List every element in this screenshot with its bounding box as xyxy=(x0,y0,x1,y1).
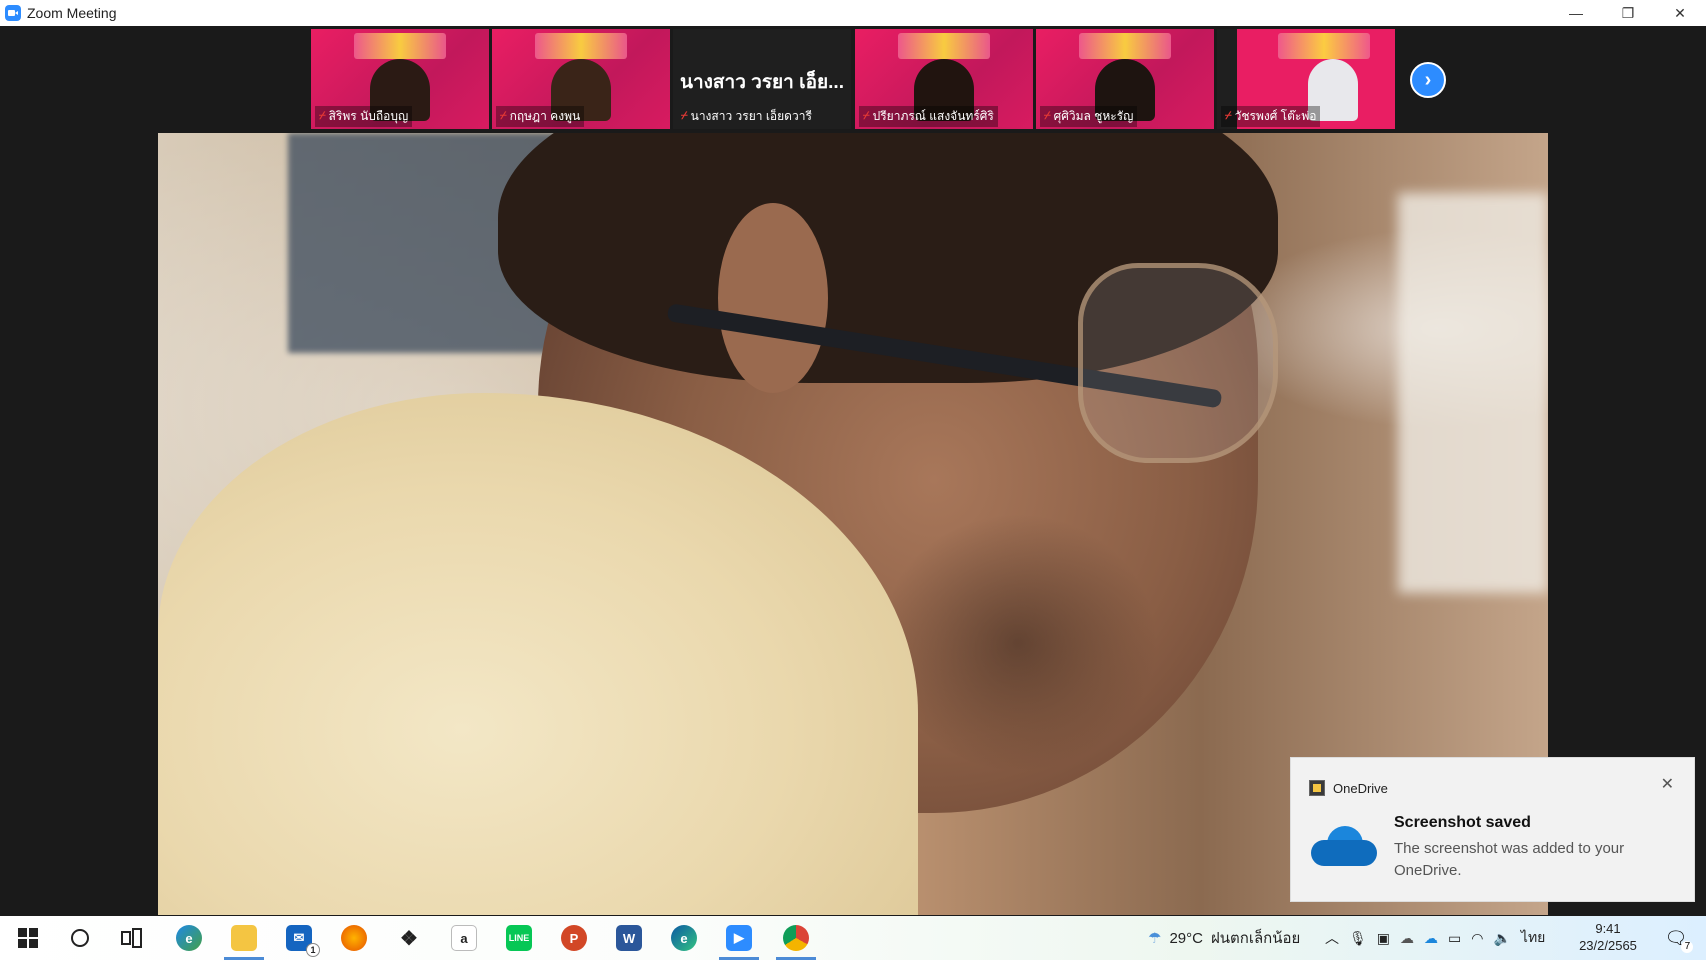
rain-icon: ☂ xyxy=(1148,930,1162,947)
participant-tile[interactable]: ⌿ ปรียาภรณ์ แสงจันทร์ศิริ xyxy=(855,29,1033,129)
notification-count: 7 xyxy=(1681,940,1694,953)
event-banner xyxy=(535,33,627,59)
taskbar-word[interactable]: W xyxy=(605,916,653,960)
notification-icon: 🗨 7 xyxy=(1665,928,1694,953)
participant-tile[interactable]: ⌿ ศุศิวิมล ชูหะรัญ xyxy=(1036,29,1214,129)
amazon-icon: a xyxy=(451,925,477,951)
onedrive-tray-icon[interactable]: ☁ xyxy=(1400,930,1414,947)
toast-app-name: OneDrive xyxy=(1333,780,1388,796)
participant-tile[interactable]: ⌿ สิริพร นับถือบุญ xyxy=(311,29,489,129)
taskbar-edge[interactable]: e xyxy=(165,916,213,960)
taskbar-edge-2[interactable]: e xyxy=(660,916,708,960)
restore-button[interactable]: ❐ xyxy=(1602,0,1654,26)
onedrive-app-icon xyxy=(1309,780,1325,796)
taskbar-zoom[interactable]: ▶ xyxy=(715,916,763,960)
volume-icon[interactable]: 🔈 xyxy=(1493,930,1510,947)
participant-name-label: ⌿ นางสาว วรยา เอ็ยดวารี xyxy=(681,109,812,123)
window-controls: — ❐ ✕ xyxy=(1550,0,1706,26)
participant-gallery-strip: ⌿ สิริพร นับถือบุญ ⌿ กฤษฎา คงพูน นางสาว … xyxy=(0,26,1706,132)
clock-time: 9:41 xyxy=(1595,921,1621,936)
zoom-app-icon xyxy=(5,5,21,21)
edge-icon: e xyxy=(176,925,202,951)
language-indicator[interactable]: ไทย xyxy=(1521,927,1545,949)
minimize-button[interactable]: — xyxy=(1550,0,1602,26)
weather-text: ฝนตกเล็กน้อย xyxy=(1210,930,1301,947)
windows-icon xyxy=(18,928,38,948)
event-banner xyxy=(898,33,990,59)
taskbar-line[interactable]: LINE xyxy=(495,916,543,960)
taskbar: e ✉ 1 ❖ a LINE P W e ▶ ☂ 29°C ฝนตกเล็กน้… xyxy=(0,916,1706,960)
onedrive-notification[interactable]: OneDrive ✕ Screenshot saved The screensh… xyxy=(1290,757,1695,902)
taskbar-file-explorer[interactable] xyxy=(220,916,268,960)
battery-icon[interactable]: ▭ xyxy=(1448,930,1461,947)
mic-muted-icon: ⌿ xyxy=(500,110,507,122)
show-hidden-icons-button[interactable]: ︿ xyxy=(1325,928,1339,948)
start-button[interactable] xyxy=(4,916,52,960)
mail-icon: ✉ 1 xyxy=(286,925,320,957)
participant-tile[interactable]: ⌿ กฤษฎา คงพูน xyxy=(492,29,670,129)
task-view-button[interactable] xyxy=(108,916,156,960)
taskbar-chrome[interactable] xyxy=(772,916,820,960)
toast-header: OneDrive xyxy=(1309,780,1388,796)
clock[interactable]: 9:41 23/2/2565 xyxy=(1572,920,1644,954)
taskbar-dropbox[interactable]: ❖ xyxy=(385,916,433,960)
weather-temp: 29°C xyxy=(1169,929,1203,947)
participant-name-label: ⌿ ศุศิวิมล ชูหะรัญ xyxy=(1040,106,1138,127)
mic-muted-icon: ⌿ xyxy=(863,110,870,122)
window-title: Zoom Meeting xyxy=(27,5,117,21)
taskbar-amazon[interactable]: a xyxy=(440,916,488,960)
title-bar: Zoom Meeting — ❐ ✕ xyxy=(0,0,1706,26)
onedrive-business-tray-icon[interactable]: ☁ xyxy=(1424,930,1438,947)
firefox-icon xyxy=(341,925,367,951)
task-view-icon xyxy=(121,928,142,948)
speaker-ear xyxy=(718,203,828,393)
taskbar-firefox[interactable] xyxy=(330,916,378,960)
edge-icon: e xyxy=(671,925,697,951)
line-icon: LINE xyxy=(506,925,532,951)
toast-close-button[interactable]: ✕ xyxy=(1661,774,1674,794)
onedrive-cloud-icon xyxy=(1311,826,1377,866)
participant-tile[interactable]: นางสาว วรยา เอ็ย... ⌿ นางสาว วรยา เอ็ยดว… xyxy=(673,29,851,129)
participant-name-label: ⌿ กฤษฎา คงพูน xyxy=(496,106,585,127)
powerpoint-icon: P xyxy=(561,925,587,951)
dropbox-icon: ❖ xyxy=(400,927,418,950)
mail-badge: 1 xyxy=(306,943,320,957)
chrome-icon xyxy=(783,925,809,951)
participant-name-label: ⌿ สิริพร นับถือบุญ xyxy=(315,106,413,127)
glasses-lens xyxy=(1078,263,1278,463)
search-circle-icon xyxy=(71,929,89,947)
microphone-icon[interactable]: 🎙 xyxy=(1349,930,1367,947)
wifi-icon[interactable]: ◠ xyxy=(1471,930,1483,947)
mic-muted-icon: ⌿ xyxy=(1044,110,1051,122)
mic-muted-icon: ⌿ xyxy=(319,110,326,122)
system-tray: ︿ 🎙 ▣ ☁ ☁ ▭ ◠ 🔈 ไทย xyxy=(1325,916,1545,960)
participant-name-label: ⌿ ปรียาภรณ์ แสงจันทร์ศิริ xyxy=(859,106,998,127)
mic-muted-icon: ⌿ xyxy=(1225,110,1232,122)
zoom-icon: ▶ xyxy=(726,925,752,951)
clock-date: 23/2/2565 xyxy=(1579,938,1637,953)
participant-display-name: นางสาว วรยา เอ็ย... xyxy=(680,72,844,93)
taskbar-mail[interactable]: ✉ 1 xyxy=(275,916,323,960)
notification-center-button[interactable]: 🗨 7 xyxy=(1652,916,1700,960)
weather-widget[interactable]: ☂ 29°C ฝนตกเล็กน้อย xyxy=(1148,916,1300,960)
word-icon: W xyxy=(616,925,642,951)
event-banner xyxy=(1277,33,1370,59)
toast-title: Screenshot saved xyxy=(1394,814,1531,831)
search-button[interactable] xyxy=(56,916,104,960)
background-window xyxy=(1398,193,1548,593)
event-banner xyxy=(1079,33,1171,59)
display-icon[interactable]: ▣ xyxy=(1377,930,1390,947)
next-page-button[interactable]: › xyxy=(1410,62,1446,98)
folder-icon xyxy=(231,925,257,951)
participant-tile[interactable]: ⌿ วัชรพงศ์ โต๊ะพ่อ xyxy=(1217,29,1395,129)
event-banner xyxy=(354,33,446,59)
taskbar-powerpoint[interactable]: P xyxy=(550,916,598,960)
toast-body: The screenshot was added to your OneDriv… xyxy=(1394,840,1625,879)
participant-name-label: ⌿ วัชรพงศ์ โต๊ะพ่อ xyxy=(1221,106,1321,127)
close-button[interactable]: ✕ xyxy=(1654,0,1706,26)
mic-muted-icon: ⌿ xyxy=(681,110,688,122)
